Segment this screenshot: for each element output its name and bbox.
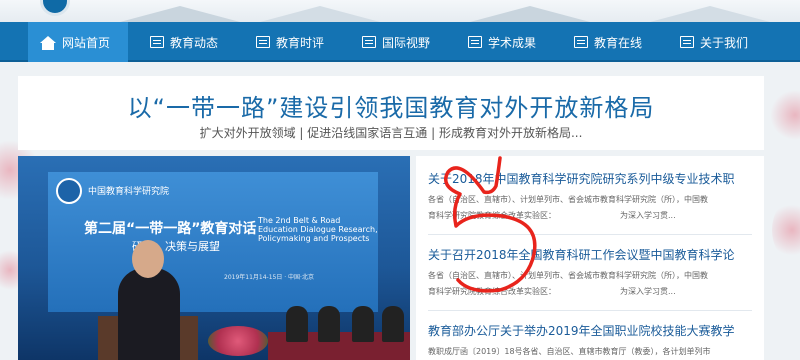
mountain-decoration (650, 6, 770, 22)
nav-label: 关于我们 (700, 35, 749, 50)
nav-education-news[interactable]: 教育动态 (138, 22, 230, 62)
speaker-head (132, 240, 164, 278)
news-summary-tail: 为深入学习贯... (620, 211, 676, 220)
news-title-link[interactable]: 教育部办公厅关于举办2019年全国职业院校技能大赛教学 (428, 322, 758, 340)
nav-label: 教育在线 (594, 35, 643, 50)
news-summary-text: 育科学研究院教育综合改革实验区： (428, 211, 556, 220)
nav-international[interactable]: 国际视野 (350, 22, 442, 62)
mountain-decoration (260, 6, 380, 22)
mountain-decoration (470, 6, 590, 22)
news-divider (428, 234, 752, 235)
screen-org-text: 中国教育科学研究院 (88, 187, 170, 197)
blossom-decoration (772, 200, 800, 260)
news-summary-tail: 为深入学习贯... (620, 287, 676, 296)
nav-label: 教育动态 (170, 35, 219, 50)
news-icon (362, 36, 376, 48)
screen-date: 2019年11月14-15日 · 中国·北京 (224, 274, 314, 281)
screen-title: 第二届“一带一路”教育对话 (84, 221, 257, 237)
flowers (208, 326, 268, 356)
news-summary-text: 育科学研究院教育综合改革实验区： (428, 287, 556, 296)
nav-education-online[interactable]: 教育在线 (562, 22, 654, 62)
news-summary-line: 各省（自治区、直辖市）、计划单列市、省会城市教育科学研究院（所），中国教 (428, 271, 708, 280)
news-item: 教育部办公厅关于举办2019年全国职业院校技能大赛教学 教职成厅函〔2019〕1… (428, 322, 758, 360)
mountain-decoration (120, 6, 240, 22)
nav-label: 学术成果 (488, 35, 537, 50)
news-item: 关于召开2018年全国教育科研工作会议暨中国教育科学论 各省（自治区、直辖市）、… (428, 246, 758, 300)
news-summary-line: 各省（自治区、直辖市）、计划单列市、省会城市教育科学研究院（所），中国教 (428, 195, 708, 204)
audience-figure (382, 306, 404, 342)
headline-panel: 以“一带一路”建设引领我国教育对外开放新格局 扩大对外开放领域 | 促进沿线国家… (18, 76, 764, 150)
site-logo[interactable] (40, 0, 70, 16)
headline-title[interactable]: 以“一带一路”建设引领我国教育对外开放新格局 (18, 88, 764, 123)
news-icon (468, 36, 482, 48)
screen-english-title: The 2nd Belt & Road Education Dialogue R… (258, 216, 378, 244)
audience-figure (352, 306, 374, 342)
home-icon (40, 35, 56, 50)
institute-logo (56, 178, 82, 204)
speaker-figure (118, 268, 180, 360)
nav-academic-results[interactable]: 学术成果 (456, 22, 548, 62)
news-icon (680, 36, 694, 48)
nav-about-us[interactable]: 关于我们 (668, 22, 760, 62)
news-summary-line: 教职成厅函〔2019〕18号各省、自治区、直辖市教育厅（教委），各计划单列市 (428, 347, 711, 356)
conference-screen: 中国教育科学研究院 第二届“一带一路”教育对话 研究、决策与展望 The 2nd… (48, 172, 378, 312)
top-banner (0, 0, 800, 22)
news-summary: 各省（自治区、直辖市）、计划单列市、省会城市教育科学研究院（所），中国教 育科学… (428, 268, 758, 300)
news-summary: 各省（自治区、直辖市）、计划单列市、省会城市教育科学研究院（所），中国教 育科学… (428, 192, 758, 224)
news-summary-line: 育科学研究院教育综合改革实验区： 为深入学习贯... (428, 208, 758, 224)
news-icon (574, 36, 588, 48)
nav-label: 国际视野 (382, 35, 431, 50)
audience-figure (318, 306, 340, 342)
news-title-link[interactable]: 关于召开2018年全国教育科研工作会议暨中国教育科学论 (428, 246, 758, 264)
news-summary: 教职成厅函〔2019〕18号各省、自治区、直辖市教育厅（教委），各计划单列市 (428, 344, 758, 360)
nav-home[interactable]: 网站首页 (28, 22, 128, 62)
blossom-decoration (770, 90, 800, 140)
headline-subtitle: 扩大对外开放领域 | 促进沿线国家语言互通 | 形成教育对外开放新格局... (199, 126, 583, 140)
nav-label: 网站首页 (62, 35, 111, 50)
main-nav: 网站首页 教育动态 教育时评 国际视野 学术成果 教育在线 关于我们 (0, 22, 800, 62)
nav-education-commentary[interactable]: 教育时评 (244, 22, 336, 62)
news-title-link[interactable]: 关于2018年中国教育科学研究院研究系列中级专业技术职 (428, 170, 758, 188)
news-icon (256, 36, 270, 48)
news-item: 关于2018年中国教育科学研究院研究系列中级专业技术职 各省（自治区、直辖市）、… (428, 170, 758, 224)
featured-photo[interactable]: 中国教育科学研究院 第二届“一带一路”教育对话 研究、决策与展望 The 2nd… (18, 156, 410, 360)
news-summary-line: 育科学研究院教育综合改革实验区： 为深入学习贯... (428, 284, 758, 300)
news-divider (428, 310, 752, 311)
news-list: 关于2018年中国教育科学研究院研究系列中级专业技术职 各省（自治区、直辖市）、… (416, 156, 764, 360)
audience-figure (286, 306, 308, 342)
news-icon (150, 36, 164, 48)
nav-label: 教育时评 (276, 35, 325, 50)
